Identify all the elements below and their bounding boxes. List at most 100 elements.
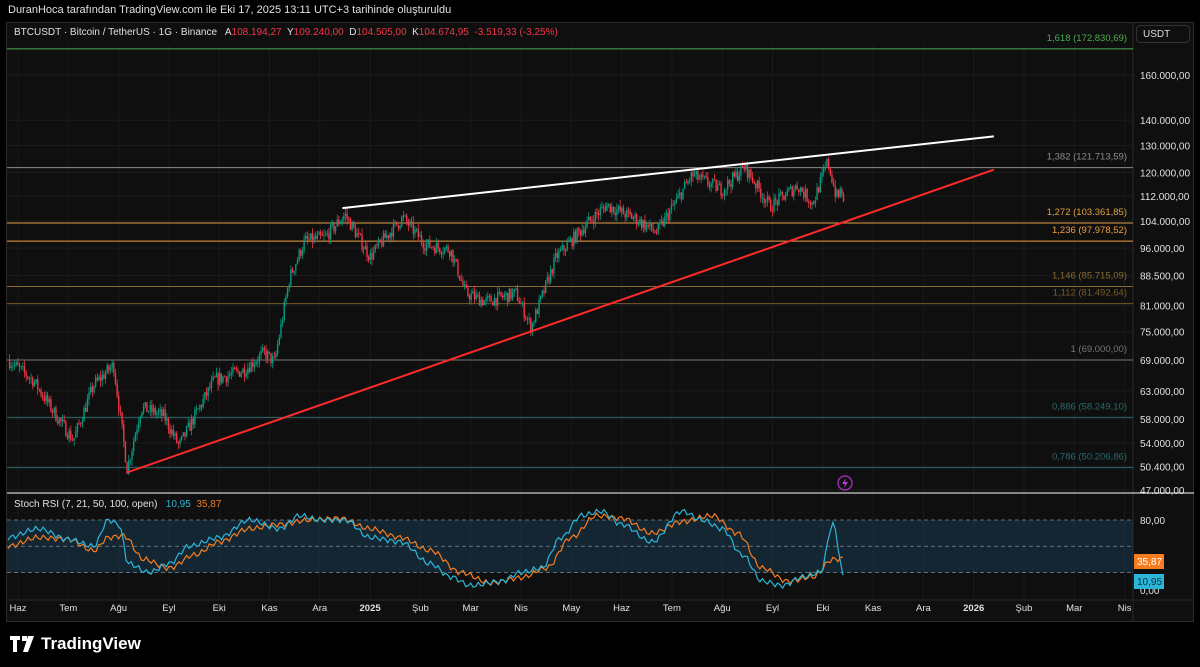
candle-body — [627, 209, 630, 212]
candle-body — [435, 242, 438, 254]
candle-body — [635, 214, 638, 225]
candle-body — [741, 165, 744, 167]
time-tick-label: Eki — [816, 603, 829, 614]
candle-body — [756, 180, 759, 189]
candle-body — [654, 230, 656, 233]
stoch-rsi-label[interactable]: Stoch RSI (7, 21, 50, 100, open) — [14, 499, 157, 510]
candle-body — [733, 172, 736, 177]
candle-body — [440, 252, 443, 255]
candle-body — [227, 375, 229, 383]
candle-body — [604, 207, 606, 211]
price-tick-label: 54.000,00 — [1140, 439, 1185, 450]
candle-body — [566, 242, 568, 251]
candle-body — [199, 405, 201, 409]
candle-body — [463, 284, 466, 286]
candle-body — [63, 419, 65, 422]
candle-body — [161, 409, 163, 416]
candle-body — [316, 234, 319, 239]
candle-body — [829, 167, 831, 175]
candle-body — [584, 227, 587, 234]
candle-body — [338, 219, 340, 225]
candle-body — [265, 349, 267, 359]
candle-body — [520, 303, 522, 305]
candle-body — [271, 356, 274, 364]
candle-body — [339, 222, 342, 225]
candle-body — [238, 371, 241, 377]
candle-body — [119, 410, 122, 413]
candle-body — [58, 418, 60, 424]
price-tick-label: 112.000,00 — [1140, 192, 1190, 203]
candle-body — [768, 196, 770, 200]
candle-body — [65, 421, 67, 437]
price-tick-label: 104.000,00 — [1140, 217, 1190, 228]
candle-body — [275, 353, 277, 358]
candle-body — [245, 374, 247, 377]
candle-body — [597, 213, 600, 215]
symbol-name[interactable]: BTCUSDT · Bitcoin / TetherUS · 1G · Bina… — [14, 27, 217, 38]
candle-body — [179, 439, 181, 444]
candle-body — [202, 399, 204, 408]
candle-body — [826, 159, 828, 167]
candle-body — [248, 368, 251, 373]
chart-canvas[interactable]: 160.000,00 140.000,00 130.000,00 120.000,00… — [0, 0, 1200, 667]
candle-body — [147, 411, 150, 413]
candle-body — [480, 299, 482, 306]
tradingview-logo[interactable]: TradingView — [10, 634, 141, 654]
candle-body — [683, 182, 686, 189]
candle-body — [553, 257, 555, 274]
candle-body — [344, 213, 347, 216]
time-tick-label: 2026 — [963, 603, 984, 614]
candle-body — [622, 207, 625, 215]
time-tick-label: Tem — [59, 603, 77, 614]
candle-body — [715, 180, 717, 191]
candle-body — [397, 224, 400, 229]
price-tick-label: 50.400,00 — [1140, 462, 1185, 473]
candle-body — [789, 186, 792, 189]
time-tick-label: Ara — [916, 603, 932, 614]
candle-body — [233, 367, 236, 370]
candle-body — [81, 421, 84, 424]
candle-body — [619, 205, 621, 212]
candle-body — [328, 233, 330, 240]
candle-body — [366, 246, 368, 258]
candle-body — [796, 185, 798, 190]
currency-button[interactable]: USDT — [1136, 25, 1190, 43]
candle-body — [56, 421, 59, 424]
candle-body — [286, 288, 289, 298]
candle-body — [51, 411, 54, 413]
candle-body — [592, 220, 595, 224]
fib-level-label: 1,618 (172.830,69) — [1047, 33, 1127, 44]
candle-body — [50, 399, 52, 412]
time-tick-label: Nis — [1118, 603, 1132, 614]
candle-body — [675, 198, 678, 203]
candle-body — [237, 369, 239, 372]
candle-body — [629, 211, 631, 214]
candle-body — [677, 194, 679, 199]
candle-body — [43, 397, 46, 402]
candle-body — [444, 247, 446, 253]
candle-body — [460, 280, 463, 281]
candle-body — [141, 412, 143, 417]
candle-body — [576, 228, 578, 243]
candle-body — [505, 292, 507, 296]
candle-body — [621, 207, 623, 212]
candle-body — [722, 195, 724, 197]
candle-body — [538, 299, 540, 314]
candle-body — [157, 411, 160, 414]
candle-body — [645, 224, 648, 230]
candle-body — [766, 196, 769, 201]
candle-body — [606, 204, 608, 211]
candle-body — [743, 166, 745, 170]
candle-body — [445, 246, 448, 248]
candle-body — [798, 189, 800, 193]
candle-body — [99, 376, 102, 381]
candle-body — [348, 218, 350, 220]
candle-body — [688, 180, 691, 182]
candle-body — [391, 232, 393, 237]
candle-body — [225, 376, 228, 383]
candle-body — [61, 419, 64, 422]
candle-body — [30, 377, 32, 379]
candle-body — [270, 352, 272, 364]
candle-body — [779, 192, 782, 194]
candle-body — [624, 214, 626, 218]
